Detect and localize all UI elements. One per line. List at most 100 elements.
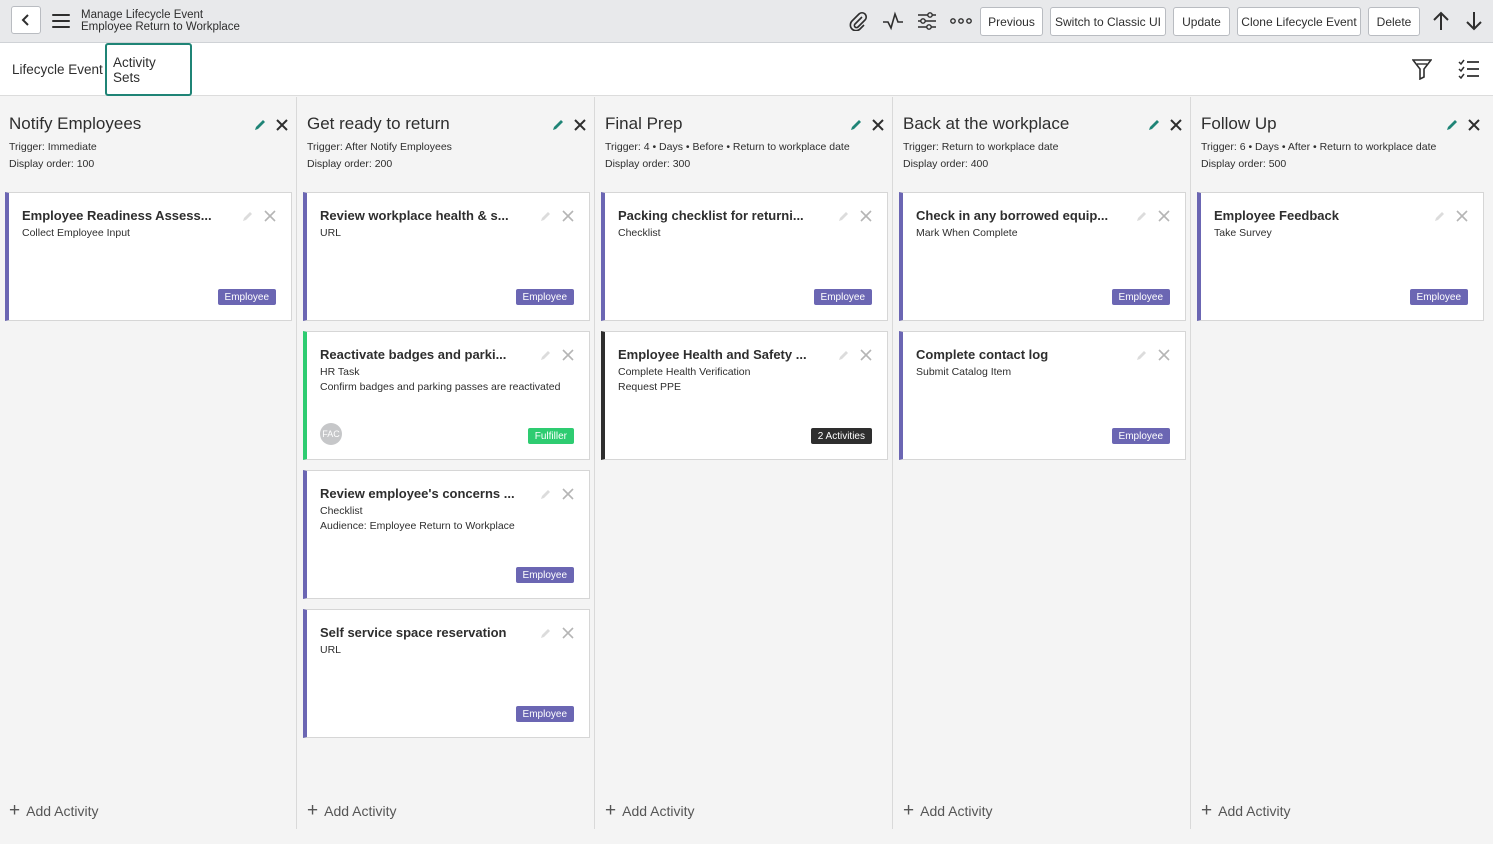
activity-card[interactable]: Employee Health and Safety ... Complete … <box>601 331 888 460</box>
audience-badge: Fulfiller <box>527 428 574 444</box>
update-button[interactable]: Update <box>1173 7 1230 36</box>
column-display-order: Display order: 100 <box>9 158 95 170</box>
audience-badge: Employee <box>813 289 872 305</box>
close-icon[interactable] <box>264 210 276 222</box>
add-activity-label: Add Activity <box>324 803 397 819</box>
checklist-icon[interactable] <box>1458 58 1480 80</box>
edit-icon[interactable] <box>1445 118 1459 132</box>
activities-count-badge: 2 Activities <box>810 428 872 444</box>
plus-icon: + <box>903 800 915 821</box>
edit-icon[interactable] <box>540 627 552 639</box>
card-type: Checklist <box>618 227 661 239</box>
activity-set-column: Final Prep Trigger: 4 • Days • Before • … <box>596 97 893 829</box>
add-activity-label: Add Activity <box>1218 803 1291 819</box>
add-activity-button[interactable]: + Add Activity <box>9 800 98 821</box>
card-type: Take Survey <box>1214 227 1272 239</box>
close-icon[interactable] <box>562 210 574 222</box>
close-icon[interactable] <box>573 118 587 132</box>
activity-card[interactable]: Employee Readiness Assess... Collect Emp… <box>5 192 292 321</box>
add-activity-label: Add Activity <box>920 803 993 819</box>
card-title: Employee Readiness Assess... <box>22 208 212 223</box>
edit-icon[interactable] <box>1434 210 1446 222</box>
audience-badge: Employee <box>1111 289 1170 305</box>
attachment-icon[interactable] <box>847 10 869 32</box>
activity-card[interactable]: Complete contact log Submit Catalog Item… <box>899 331 1186 460</box>
switch-classic-ui-button[interactable]: Switch to Classic UI <box>1050 7 1166 36</box>
close-icon[interactable] <box>1467 118 1481 132</box>
header-subtitle: Employee Return to Workplace <box>81 21 240 33</box>
close-icon[interactable] <box>1169 118 1183 132</box>
arrow-down-icon[interactable] <box>1463 10 1485 32</box>
close-icon[interactable] <box>1158 349 1170 361</box>
settings-sliders-icon[interactable] <box>916 10 938 32</box>
top-header: Manage Lifecycle Event Employee Return t… <box>0 0 1493 43</box>
edit-icon[interactable] <box>242 210 254 222</box>
close-icon[interactable] <box>1158 210 1170 222</box>
plus-icon: + <box>307 800 319 821</box>
delete-button[interactable]: Delete <box>1368 7 1420 36</box>
edit-icon[interactable] <box>1136 349 1148 361</box>
edit-icon[interactable] <box>540 349 552 361</box>
add-activity-button[interactable]: + Add Activity <box>903 800 993 821</box>
close-icon[interactable] <box>1456 210 1468 222</box>
audience-badge: Employee <box>217 289 276 305</box>
arrow-up-icon[interactable] <box>1430 10 1452 32</box>
close-icon[interactable] <box>275 118 289 132</box>
card-type: URL <box>320 644 342 656</box>
add-activity-button[interactable]: + Add Activity <box>307 800 397 821</box>
audience-badge: Employee <box>515 706 574 722</box>
audience-badge: Employee <box>1409 289 1468 305</box>
audience-badge: Employee <box>515 289 574 305</box>
edit-icon[interactable] <box>1136 210 1148 222</box>
activity-set-column: Get ready to return Trigger: After Notif… <box>298 97 595 829</box>
column-display-order: Display order: 400 <box>903 158 989 170</box>
activity-card[interactable]: Self service space reservation URL Emplo… <box>303 609 590 738</box>
header-title: Manage Lifecycle Event <box>81 9 204 21</box>
tabs-bar: Lifecycle Event Activity Sets <box>0 43 1493 96</box>
tab-activity-sets[interactable]: Activity Sets <box>105 43 192 96</box>
edit-icon[interactable] <box>1147 118 1161 132</box>
activity-card[interactable]: Employee Feedback Take Survey Employee <box>1197 192 1484 321</box>
column-title: Get ready to return <box>307 114 450 133</box>
close-icon[interactable] <box>860 210 872 222</box>
activity-card[interactable]: Review workplace health & s... URL Emplo… <box>303 192 590 321</box>
activity-card[interactable]: Packing checklist for returni... Checkli… <box>601 192 888 321</box>
activity-set-column: Back at the workplace Trigger: Return to… <box>894 97 1191 829</box>
edit-icon[interactable] <box>838 349 850 361</box>
edit-icon[interactable] <box>540 488 552 500</box>
card-description: Confirm badges and parking passes are re… <box>320 381 561 393</box>
edit-icon[interactable] <box>540 210 552 222</box>
activity-card[interactable]: Check in any borrowed equip... Mark When… <box>899 192 1186 321</box>
close-icon[interactable] <box>860 349 872 361</box>
activity-icon[interactable] <box>882 10 904 32</box>
back-icon <box>21 14 29 26</box>
edit-icon[interactable] <box>838 210 850 222</box>
column-title: Notify Employees <box>9 114 142 133</box>
close-icon[interactable] <box>562 349 574 361</box>
close-icon[interactable] <box>562 627 574 639</box>
previous-button[interactable]: Previous <box>980 7 1043 36</box>
filter-icon[interactable] <box>1411 58 1433 80</box>
card-title: Complete contact log <box>916 347 1049 362</box>
add-activity-button[interactable]: + Add Activity <box>1201 801 1291 820</box>
tab-lifecycle-event[interactable]: Lifecycle Event <box>12 43 103 96</box>
column-trigger: Trigger: Return to workplace date <box>903 141 1059 153</box>
add-activity-button[interactable]: + Add Activity <box>605 801 695 820</box>
clone-lifecycle-event-button[interactable]: Clone Lifecycle Event <box>1237 7 1361 36</box>
activity-card[interactable]: Reactivate badges and parki... HR Task C… <box>303 331 590 460</box>
close-icon[interactable] <box>871 118 885 132</box>
plus-icon: + <box>9 800 21 821</box>
column-trigger: Trigger: Immediate <box>9 141 97 153</box>
add-activity-label: Add Activity <box>622 803 695 819</box>
edit-icon[interactable] <box>551 118 565 132</box>
back-button[interactable] <box>11 6 41 34</box>
audience-badge: Employee <box>515 567 574 583</box>
close-icon[interactable] <box>562 488 574 500</box>
activity-card[interactable]: Review employee's concerns ... Checklist… <box>303 470 590 599</box>
more-icon[interactable] <box>950 10 972 32</box>
menu-icon[interactable] <box>52 14 70 28</box>
edit-icon[interactable] <box>849 118 863 132</box>
edit-icon[interactable] <box>253 118 267 132</box>
card-title: Review employee's concerns ... <box>320 486 515 501</box>
column-display-order: Display order: 300 <box>605 158 691 170</box>
